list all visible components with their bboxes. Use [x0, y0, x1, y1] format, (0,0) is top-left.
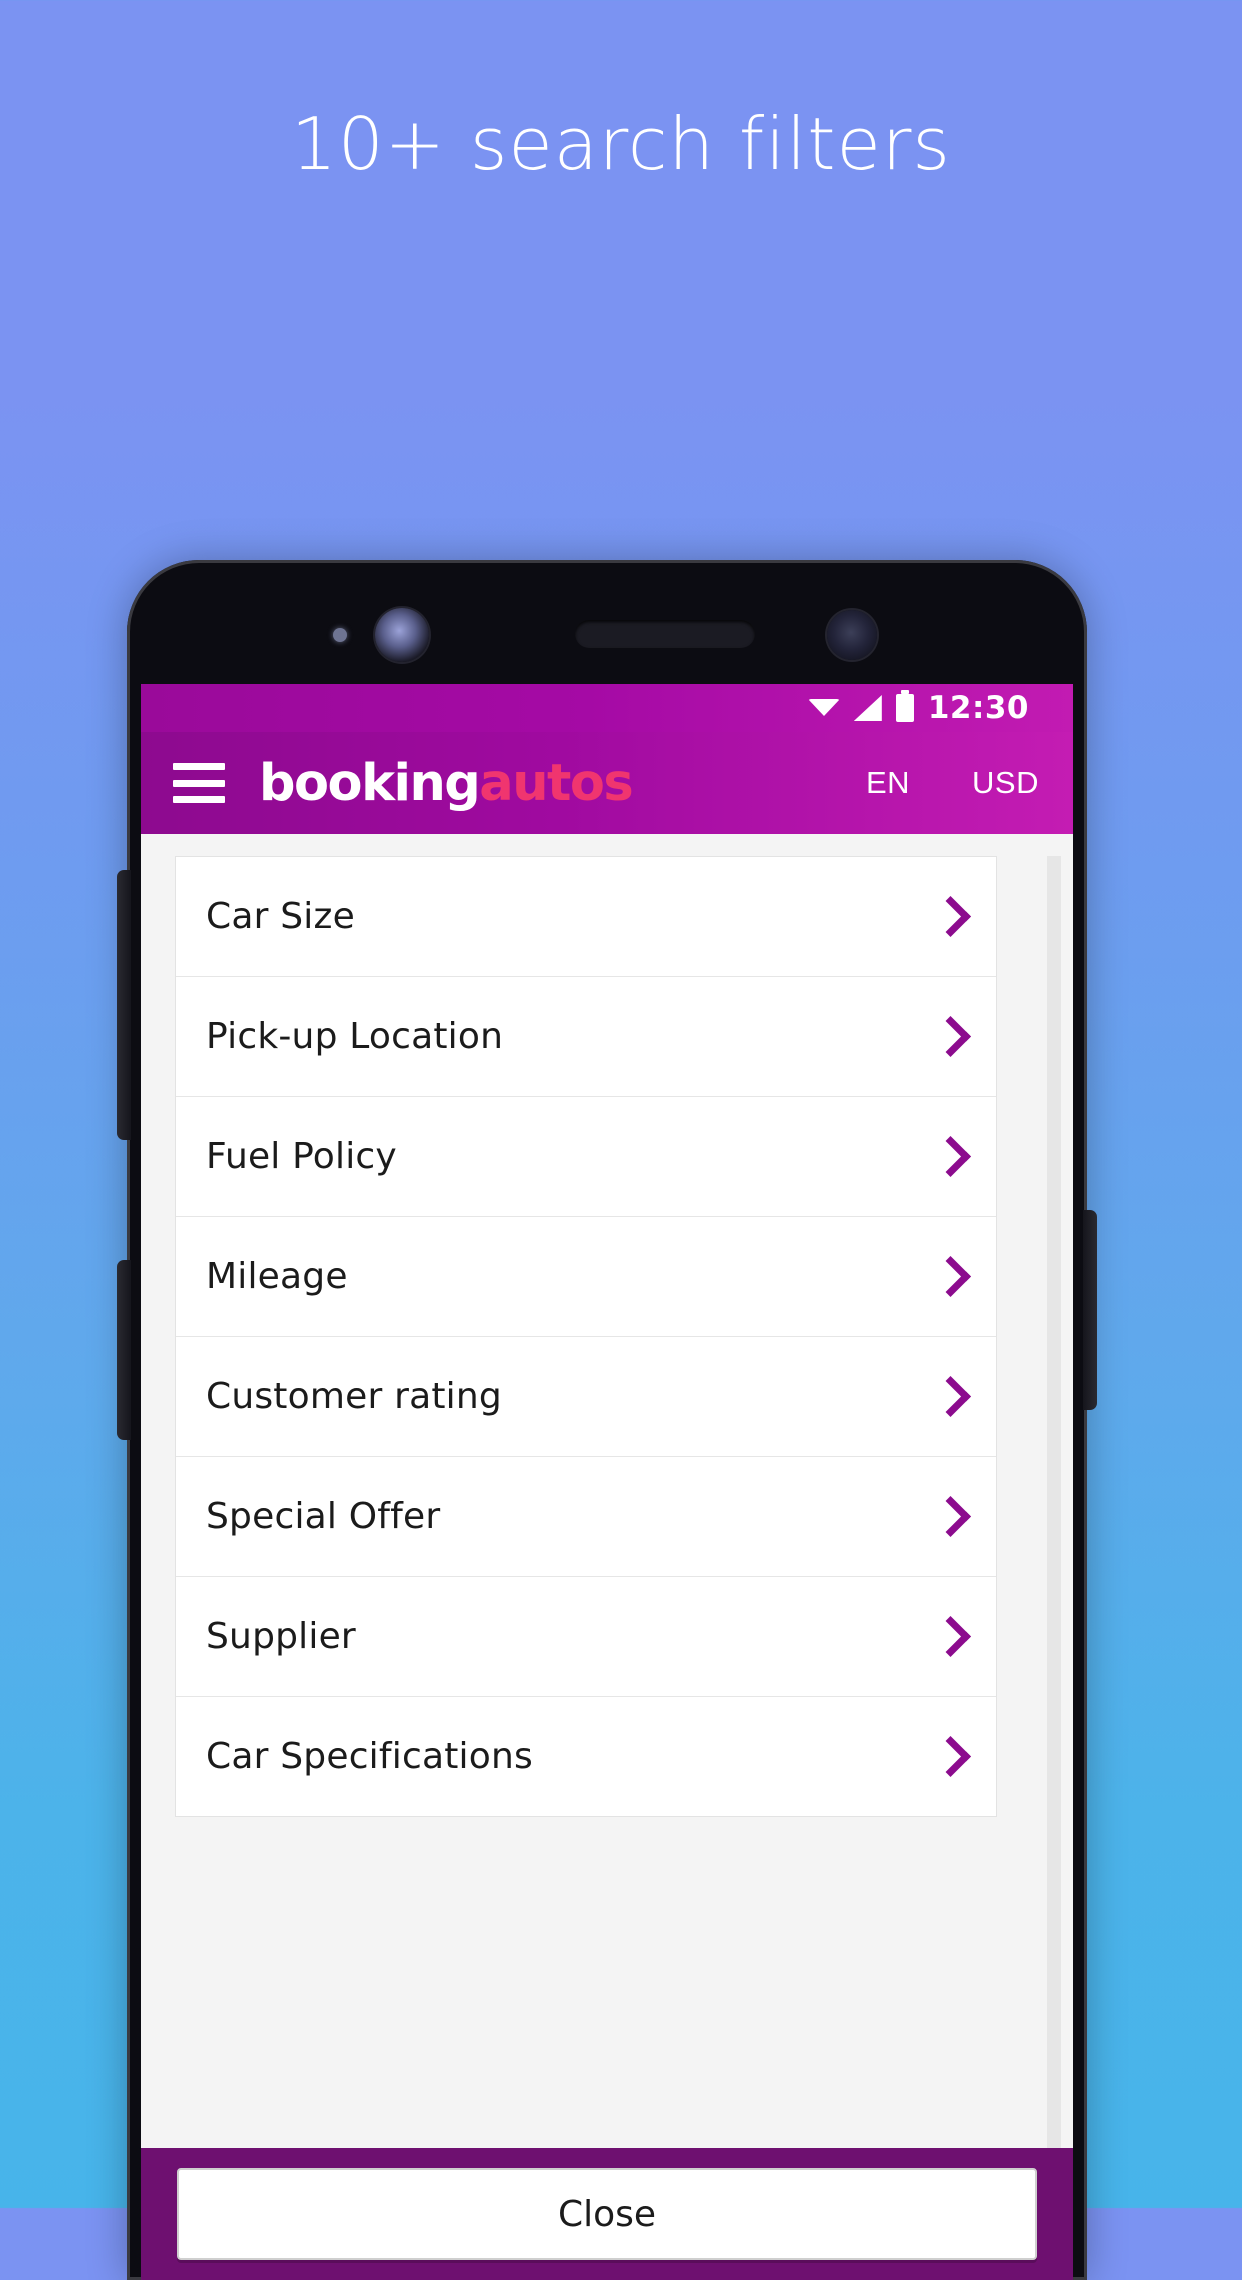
filter-label: Car Size: [206, 896, 355, 937]
chevron-right-icon: [934, 1735, 960, 1779]
currency-selector[interactable]: USD: [972, 765, 1039, 801]
filter-label: Customer rating: [206, 1376, 502, 1417]
hamburger-bar: [173, 779, 225, 787]
proximity-sensor-icon: [333, 628, 347, 642]
front-camera-icon: [375, 608, 429, 662]
filter-label: Pick-up Location: [206, 1016, 504, 1057]
hamburger-bar: [173, 796, 225, 803]
status-bar: 12:30: [141, 684, 1073, 732]
filter-label: Supplier: [206, 1616, 356, 1657]
filter-label: Fuel Policy: [206, 1136, 397, 1177]
filter-row-fuel-policy[interactable]: Fuel Policy: [176, 1097, 996, 1217]
phone-screen: 12:30 bookingautos EN USD Car Size Pick-…: [141, 684, 1073, 2280]
filter-row-supplier[interactable]: Supplier: [176, 1577, 996, 1697]
language-selector[interactable]: EN: [866, 765, 910, 801]
volume-down-button[interactable]: [117, 1260, 131, 1440]
chevron-right-icon: [934, 895, 960, 939]
filter-row-special-offer[interactable]: Special Offer: [176, 1457, 996, 1577]
filter-label: Car Specifications: [206, 1736, 533, 1777]
hamburger-bar: [173, 763, 225, 770]
phone-mockup: 12:30 bookingautos EN USD Car Size Pick-…: [117, 560, 1097, 2280]
chevron-right-icon: [934, 1135, 960, 1179]
filter-row-customer-rating[interactable]: Customer rating: [176, 1337, 996, 1457]
hamburger-menu-icon[interactable]: [173, 763, 225, 803]
secondary-camera-icon: [827, 610, 877, 660]
wifi-icon: [807, 695, 840, 721]
chevron-right-icon: [934, 1495, 960, 1539]
volume-up-button[interactable]: [117, 870, 131, 1140]
filter-row-mileage[interactable]: Mileage: [176, 1217, 996, 1337]
logo-primary-text: booking: [259, 753, 481, 813]
filter-card: Car Size Pick-up Location Fuel Policy Mi…: [175, 856, 997, 1817]
battery-icon: [895, 690, 914, 722]
list-scrollbar[interactable]: [1047, 856, 1061, 2148]
status-bar-clock: 12:30: [927, 690, 1029, 726]
logo-accent-text: autos: [479, 753, 634, 813]
chevron-right-icon: [934, 1255, 960, 1299]
filter-row-pickup-location[interactable]: Pick-up Location: [176, 977, 996, 1097]
filter-label: Special Offer: [206, 1496, 441, 1537]
signal-icon: [853, 695, 882, 721]
earpiece-speaker-icon: [575, 620, 755, 648]
filter-label: Mileage: [206, 1256, 348, 1297]
promo-headline: 10+ search filters: [291, 102, 951, 186]
close-button[interactable]: Close: [177, 2168, 1037, 2260]
chevron-right-icon: [934, 1375, 960, 1419]
power-button[interactable]: [1083, 1210, 1097, 1410]
app-header: bookingautos EN USD: [141, 732, 1073, 834]
filter-list-area: Car Size Pick-up Location Fuel Policy Mi…: [141, 834, 1073, 2148]
dialog-footer: Close: [141, 2148, 1073, 2280]
chevron-right-icon: [934, 1615, 960, 1659]
filter-row-car-specifications[interactable]: Car Specifications: [176, 1697, 996, 1817]
filter-row-car-size[interactable]: Car Size: [176, 857, 996, 977]
chevron-right-icon: [934, 1015, 960, 1059]
app-logo[interactable]: bookingautos: [259, 753, 634, 813]
